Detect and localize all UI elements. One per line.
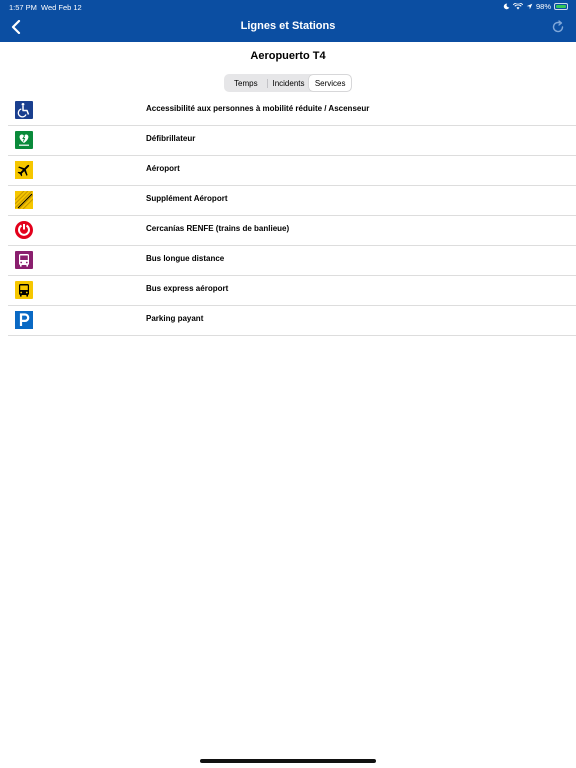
service-label: Supplément Aéroport xyxy=(146,194,228,203)
service-label: Aéroport xyxy=(146,164,180,173)
do-not-disturb-icon xyxy=(503,3,510,10)
list-item[interactable]: Aéroport xyxy=(8,156,576,186)
service-label: Parking payant xyxy=(146,314,204,323)
tab-services[interactable]: Services xyxy=(309,75,352,91)
wheelchair-icon xyxy=(15,101,33,119)
refresh-icon xyxy=(552,20,564,33)
tab-incidents[interactable]: Incidents xyxy=(268,75,310,91)
view-tabs: Temps Incidents Services xyxy=(224,74,352,92)
long-distance-bus-icon xyxy=(15,251,33,269)
airplane-icon xyxy=(15,161,33,179)
status-bar: 1:57 PM Wed Feb 12 98% xyxy=(0,0,576,14)
service-label: Défibrillateur xyxy=(146,134,196,143)
list-item[interactable]: Accessibilité aux personnes à mobilité r… xyxy=(8,96,576,126)
page-title: Lignes et Stations xyxy=(240,20,336,32)
battery-icon xyxy=(554,3,568,10)
list-item[interactable]: Supplément Aéroport xyxy=(8,186,576,216)
list-item[interactable]: Parking payant xyxy=(8,306,576,336)
list-item[interactable]: Bus longue distance xyxy=(8,246,576,276)
services-list: Accessibilité aux personnes à mobilité r… xyxy=(8,96,576,336)
parking-icon xyxy=(15,311,33,329)
list-item[interactable]: Cercanías RENFE (trains de banlieue) xyxy=(8,216,576,246)
wifi-icon xyxy=(512,3,523,10)
service-label: Accessibilité aux personnes à mobilité r… xyxy=(146,104,370,113)
service-label: Cercanías RENFE (trains de banlieue) xyxy=(146,224,290,233)
status-time: 1:57 PM xyxy=(9,3,37,12)
airport-supplement-icon xyxy=(15,191,33,209)
tab-temps[interactable]: Temps xyxy=(225,75,267,91)
status-date: Wed Feb 12 xyxy=(41,3,82,12)
airport-express-bus-icon xyxy=(15,281,33,299)
home-indicator[interactable] xyxy=(200,759,376,763)
list-item[interactable]: Défibrillateur xyxy=(8,126,576,156)
refresh-button[interactable] xyxy=(548,17,568,37)
list-item[interactable]: Bus express aéroport xyxy=(8,276,576,306)
navigation-bar: 1:57 PM Wed Feb 12 98% Lignes et Station xyxy=(0,0,576,42)
service-label: Bus longue distance xyxy=(146,254,225,263)
defibrillator-icon xyxy=(15,131,33,149)
location-icon xyxy=(526,3,533,10)
status-indicators: 98% xyxy=(503,2,568,11)
battery-level xyxy=(556,5,566,8)
service-label: Bus express aéroport xyxy=(146,284,229,293)
station-name: Aeropuerto T4 xyxy=(250,50,326,62)
battery-percentage: 98% xyxy=(535,2,551,11)
renfe-cercanias-icon xyxy=(15,221,33,239)
